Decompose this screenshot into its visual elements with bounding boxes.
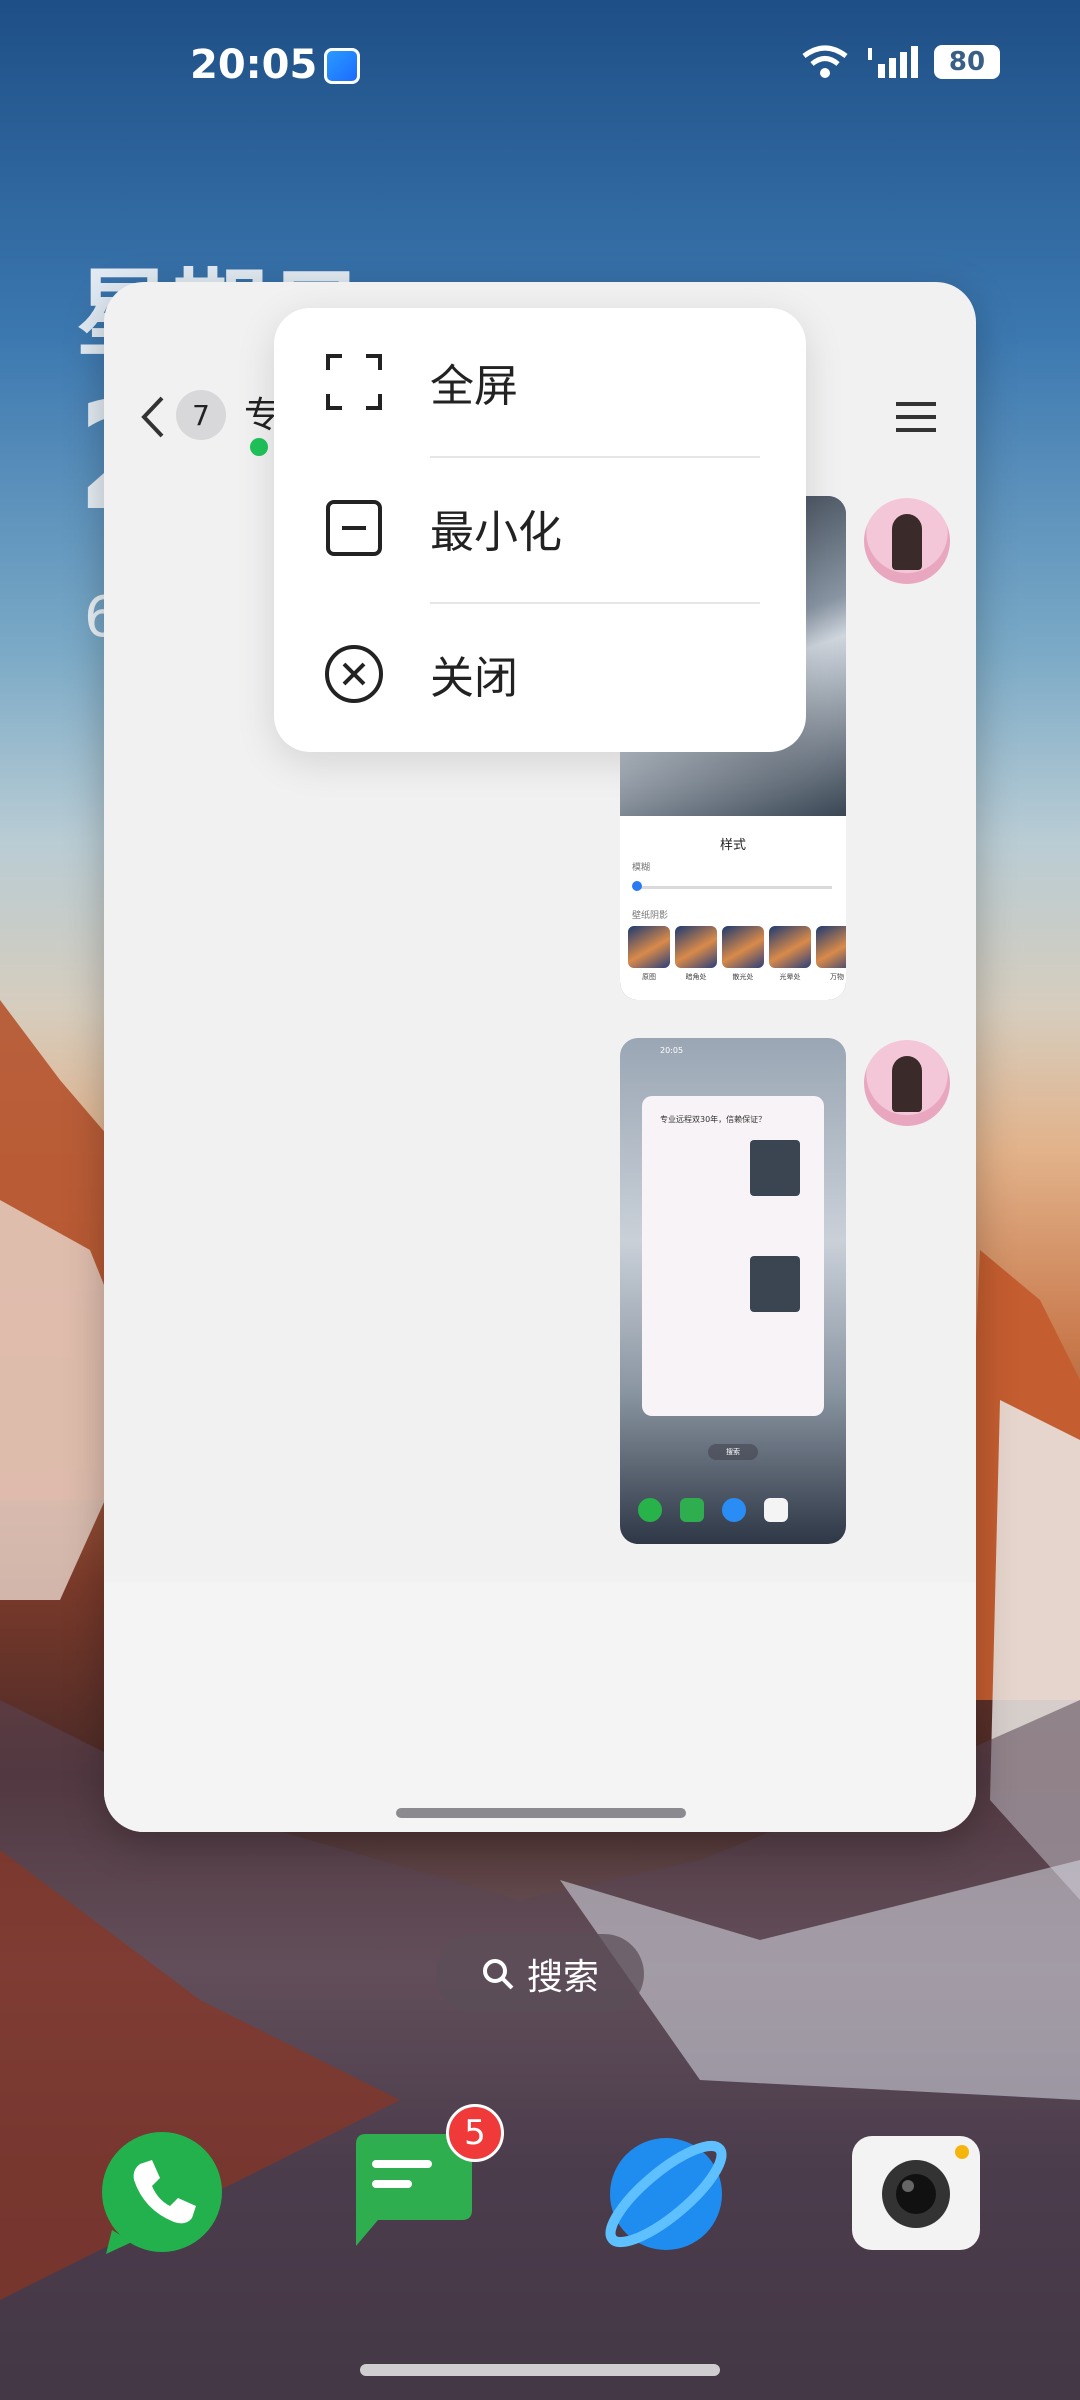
- menu-icon[interactable]: [896, 400, 936, 434]
- browser-app-icon[interactable]: [602, 2130, 730, 2258]
- wallpaper-tile: [628, 926, 670, 968]
- back-icon[interactable]: [134, 392, 170, 442]
- status-time: 20:05: [190, 42, 318, 88]
- online-status-dot: [250, 438, 268, 456]
- sheet-label: 壁纸阴影: [632, 911, 669, 921]
- mini-browser-icon: [722, 1498, 746, 1522]
- sheet-label: 模糊: [632, 863, 651, 873]
- menu-item-label: 最小化: [430, 507, 562, 558]
- minimize-icon: [326, 500, 382, 556]
- sender-avatar[interactable]: [864, 1040, 950, 1126]
- search-icon: [482, 1959, 514, 1990]
- wallpaper-tile: [769, 926, 811, 968]
- window-options-menu: 全屏 最小化 关闭: [274, 308, 806, 752]
- battery-icon: 80: [934, 45, 1000, 79]
- tile-name: 万物: [830, 973, 844, 981]
- mini-image: [750, 1256, 800, 1312]
- home-search-button[interactable]: 搜索: [436, 1934, 644, 2014]
- mini-dock: [638, 1498, 788, 1522]
- tile-name: 散光处: [732, 973, 754, 981]
- wifi-icon: [802, 45, 848, 78]
- status-icons: 80: [800, 44, 1000, 80]
- mini-image: [750, 1140, 800, 1196]
- mini-window-preview: 专业远程双30年，信赖保证？: [642, 1096, 824, 1416]
- fullscreen-icon: [326, 354, 382, 410]
- wallpaper-tile-names: 原图 暗角处 散光处 光晕处 万物: [628, 972, 846, 982]
- sender-avatar[interactable]: [864, 498, 950, 584]
- signal-icon: [868, 46, 918, 78]
- composer-area: 发送: [104, 1582, 976, 1832]
- mini-camera-icon: [764, 1498, 788, 1522]
- image-message[interactable]: 20:05 专业远程双30年，信赖保证？ 搜索: [620, 1038, 846, 1544]
- close-icon: [325, 645, 383, 703]
- mini-messages-icon: [680, 1498, 704, 1522]
- tile-name: 光晕处: [779, 973, 801, 981]
- gesture-nav-bar[interactable]: [360, 2364, 720, 2376]
- unread-count-badge[interactable]: 7: [176, 390, 226, 440]
- style-sheet-preview: 样式 模糊 壁纸阴影 原图 暗角处 散光处 光晕处 万物: [620, 816, 846, 1000]
- sheet-title: 样式: [719, 838, 746, 853]
- window-drag-handle[interactable]: [396, 1808, 686, 1818]
- app-notification-icon: [324, 48, 360, 84]
- menu-item-fullscreen[interactable]: 全屏: [274, 312, 806, 452]
- mini-status-time: 20:05: [660, 1046, 684, 1055]
- camera-app-icon[interactable]: [852, 2130, 980, 2258]
- menu-item-label: 关闭: [430, 653, 518, 704]
- mini-search-pill: 搜索: [708, 1444, 758, 1460]
- mini-phone-icon: [638, 1498, 662, 1522]
- sheet-slider: [634, 886, 832, 889]
- tile-name: 原图: [642, 973, 656, 981]
- tile-name: 暗角处: [685, 973, 707, 981]
- wallpaper-tile: [816, 926, 846, 968]
- wallpaper-tile: [675, 926, 717, 968]
- wallpaper-tile: [722, 926, 764, 968]
- menu-item-close[interactable]: 关闭: [274, 604, 806, 744]
- wallpaper-tiles: [628, 926, 846, 968]
- mini-title: 专业远程双30年，信赖保证？: [660, 1115, 767, 1124]
- menu-item-minimize[interactable]: 最小化: [274, 458, 806, 598]
- sheet-slider-knob: [632, 881, 642, 891]
- phone-app-icon[interactable]: [98, 2130, 226, 2258]
- menu-item-label: 全屏: [430, 361, 518, 412]
- messages-unread-badge: 5: [446, 2104, 504, 2162]
- search-label: 搜索: [526, 1957, 599, 1998]
